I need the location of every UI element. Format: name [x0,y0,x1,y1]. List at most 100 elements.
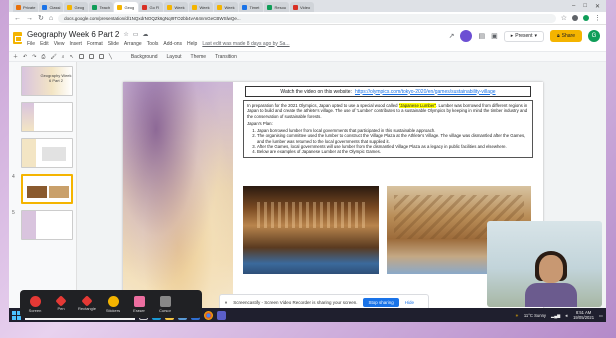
clock[interactable]: 8:51 AM 19/05/2021 [573,310,594,320]
url-input[interactable]: docs.google.com/presentation/d/1NQxdrNOQ… [58,13,556,23]
redo-icon[interactable]: ↷ [32,54,36,60]
print-icon[interactable]: ⎙ [41,54,45,60]
browser-tab[interactable]: Geog [64,2,89,12]
maximize-button[interactable]: □ [583,3,587,9]
slide-thumbnail[interactable] [12,138,73,168]
share-button[interactable]: 🔒︎ Share [549,30,582,42]
back-icon[interactable]: ← [14,15,21,22]
toolbar-transition-button[interactable]: Transition [215,54,237,60]
recorder-screen-button[interactable]: Screen [24,295,46,313]
browser-tab[interactable]: Classi [39,2,64,12]
browser-tab[interactable]: Private [13,2,39,12]
menu-item-slide[interactable]: Slide [108,41,119,47]
slide-thumbnail[interactable]: 5 [12,210,73,240]
home-icon[interactable]: ⌂ [49,15,53,22]
menu-item-format[interactable]: Format [87,41,103,47]
textbox-icon[interactable] [78,54,84,59]
line-icon[interactable]: ╲ [109,54,112,60]
recorder-cursor-button[interactable]: Cursor [154,295,176,313]
comments-icon[interactable]: ▤ [478,32,485,40]
watch-label: Watch the video on this website: [280,88,352,95]
hide-button[interactable]: Hide [405,300,414,305]
sticker-icon [107,295,119,307]
browser-tab[interactable]: Week [189,2,214,12]
reload-icon[interactable]: ↻ [38,14,44,22]
thumb-preview [21,210,73,240]
video-link[interactable]: https://olympics.com/tokyo-2020/en/games… [355,89,496,95]
webcam-overlay[interactable] [487,221,602,307]
menu-item-edit[interactable]: Edit [40,41,49,47]
browser-tab-active[interactable]: Geog [114,2,139,12]
toolbar-theme-button[interactable]: Theme [191,54,207,60]
recorder-stickers-button[interactable]: Stickers [102,295,124,313]
slide-filmstrip: Geography Week 6 Part 2 4 5 [9,62,77,308]
browser-tab[interactable]: Go Fl [139,2,164,12]
slide-thumbnail[interactable]: Geography Week 6 Part 2 [12,66,73,96]
close-window-button[interactable]: ✕ [595,3,600,10]
network-icon[interactable]: ▂▄▆ [551,313,560,318]
browser-tab[interactable]: Video [290,2,315,12]
last-edit-link[interactable]: Last edit was made 8 days ago by Sa... [202,41,289,47]
slides-logo-icon[interactable] [13,32,22,44]
profile-icon[interactable] [583,15,589,21]
volume-icon[interactable]: 🔊︎ [565,313,568,318]
tab-label: Geog [74,4,85,10]
star-icon[interactable]: ☆ [561,14,567,22]
tab-favicon-icon [117,4,123,10]
menu-item-tools[interactable]: Tools [147,41,159,47]
weather-text[interactable]: 11°C Sunny [524,313,546,318]
menu-item-view[interactable]: View [54,41,65,47]
menu-item-file[interactable]: File [27,41,35,47]
window-controls: – □ ✕ [566,0,606,12]
thumb-preview: Geography Week 6 Part 2 [21,66,73,96]
zoom-icon[interactable]: ⌕ [62,54,65,60]
slide-thumbnail-selected[interactable]: 4 [12,174,73,204]
star-doc-icon[interactable]: ☆ [123,31,128,38]
meet-icon[interactable] [460,30,473,42]
move-folder-icon[interactable]: ▭ [133,31,139,38]
teams-icon[interactable] [217,310,226,320]
notification-icon[interactable]: ▭ [599,313,603,318]
menu-item-arrange[interactable]: Arrange [124,41,142,47]
present-button[interactable]: ▸ Present ▾ [503,30,544,42]
extension-icon[interactable] [572,15,578,21]
undo-icon[interactable]: ↶ [23,54,27,60]
body-textbox[interactable]: In preparation for the 2021 Olympics, Ja… [243,100,533,158]
activity-icon[interactable]: ↗ [449,32,455,40]
browser-tab[interactable]: Timet [239,2,264,12]
recorder-rectangle-button[interactable]: Rectangle [76,295,98,311]
toolbar-background-button[interactable]: Background [131,54,158,60]
chrome-icon[interactable] [204,310,213,320]
stop-sharing-button[interactable]: Stop sharing [363,298,399,307]
browser-tab-bar: Private Classi Geog Teach Geog Go Fl Week Week W… [9,0,606,12]
add-slide-icon[interactable]: ＋ [13,53,18,60]
present-to-meet-icon[interactable]: ▣ [491,32,498,40]
minimize-button[interactable]: – [572,3,575,9]
browser-tab[interactable]: Week [214,2,239,12]
select-icon[interactable]: ↖ [70,54,74,60]
shape-icon[interactable] [98,54,104,59]
current-slide[interactable]: Watch the video on this website: https:/… [123,82,543,318]
recorder-pen-button[interactable]: Pen [50,295,72,311]
paint-format-icon[interactable]: 🖌︎ [50,54,56,60]
avatar[interactable]: G [588,30,600,42]
forward-icon[interactable]: → [26,15,33,22]
toolbar-layout-button[interactable]: Layout [167,54,182,60]
menu-item-insert[interactable]: Insert [69,41,82,47]
tab-label: Go Fl [149,4,160,10]
doc-title[interactable]: Geography Week 6 Part 2 [27,30,119,39]
recorder-toolbar: Screen Pen Rectangle Stickers Eraser Cur… [20,290,202,318]
thumb-title: Geography Week 6 Part 2 [40,73,72,83]
browser-tab[interactable]: Week [164,2,189,12]
browser-menu-icon[interactable]: ⋮ [594,14,601,22]
system-tray: ☀ 11°C Sunny ▂▄▆ 🔊︎ 8:51 AM 19/05/2021 ▭ [515,310,603,320]
browser-tab[interactable]: Resou [264,2,290,12]
menu-item-help[interactable]: Help [187,41,197,47]
watch-video-box[interactable]: Watch the video on this website: https:/… [245,86,531,97]
slide-thumbnail[interactable] [12,102,73,132]
stadium-wood-roof-photo[interactable] [243,186,379,274]
browser-tab[interactable]: Teach [89,2,114,12]
image-icon[interactable] [88,54,94,59]
menu-item-addons[interactable]: Add-ons [163,41,182,47]
recorder-eraser-button[interactable]: Eraser [128,295,150,313]
